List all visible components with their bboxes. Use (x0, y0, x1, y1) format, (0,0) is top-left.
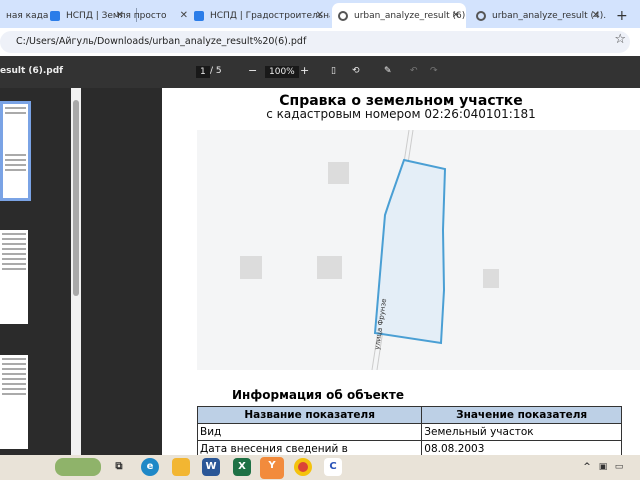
page-number-input[interactable]: 1 (196, 66, 210, 78)
zoom-in-button[interactable]: + (300, 64, 309, 77)
app-c-icon[interactable]: C (324, 458, 342, 476)
column-header: Название показателя (196, 406, 423, 424)
table-row: Вид Земельный участок (196, 423, 622, 441)
section-heading: Информация об объекте (232, 388, 404, 402)
pdf-toolbar: esult (6).pdf 1 / 5 − 100% + ▯ ⟲ ✎ ↶ ↷ (0, 56, 640, 88)
thumbnail-sidebar (0, 88, 82, 455)
building (483, 269, 499, 288)
pdf-filename: esult (6).pdf (0, 66, 64, 76)
cell: Дата внесения сведений в (196, 440, 423, 455)
tab-label: НСПД | Градостроительная (210, 10, 330, 21)
excel-icon[interactable]: X (233, 458, 251, 476)
building (317, 256, 342, 279)
zoom-input[interactable]: 100% (265, 66, 299, 78)
thumbnail-page-1[interactable] (0, 101, 31, 201)
column-header: Значение показателя (421, 406, 622, 424)
tab-3[interactable]: НСПД | Градостроительная ✕ (188, 3, 330, 28)
edge-icon[interactable]: e (141, 458, 159, 476)
file-explorer-icon[interactable] (172, 458, 190, 476)
table-row: Дата внесения сведений в 08.08.2003 (196, 440, 622, 455)
tab-label: НСПД | Земля просто (66, 10, 167, 21)
annotate-icon[interactable]: ✎ (384, 66, 392, 76)
address-bar: C:/Users/Айгуль/Downloads/urban_analyze_… (0, 28, 640, 56)
cadastral-map: улица Фрунзе (197, 129, 640, 371)
redo-icon[interactable]: ↷ (430, 66, 438, 76)
building (240, 256, 262, 279)
close-icon[interactable]: ✕ (452, 10, 460, 21)
document-subtitle: с кадастровым номером 02:26:040101:181 (266, 107, 536, 121)
globe-icon (476, 10, 486, 21)
yandex-browser-icon[interactable]: Y (260, 457, 284, 479)
tab-label: urban_analyze_result (6).pdf (354, 10, 466, 21)
url-input[interactable]: C:/Users/Айгуль/Downloads/urban_analyze_… (0, 31, 630, 53)
info-table: Название показателя Значение показателя В… (196, 406, 622, 455)
tab-2[interactable]: НСПД | Земля просто ✕ (44, 3, 194, 28)
tab-4-active[interactable]: urban_analyze_result (6).pdf✕ (332, 3, 466, 28)
close-icon[interactable]: ✕ (316, 10, 324, 21)
tab-label: ная када (6, 10, 49, 21)
page-total: / 5 (210, 66, 222, 76)
nspd-icon (194, 10, 204, 21)
undo-icon[interactable]: ↶ (410, 66, 418, 76)
globe-icon (338, 10, 348, 21)
word-icon[interactable]: W (202, 458, 220, 476)
chrome-icon[interactable] (294, 458, 312, 476)
pdf-viewport: Справка о земельном участке с кадастровы… (82, 88, 640, 455)
cell: Земельный участок (421, 423, 622, 441)
scrollbar-thumb[interactable] (73, 100, 79, 296)
task-view-icon[interactable]: ⧉ (110, 458, 128, 476)
taskbar: ⧉ e W X Y C ^ ▣ ▭ (0, 455, 640, 480)
tab-5[interactable]: urban_analyze_result (4).pdf✕ (470, 3, 606, 28)
nspd-icon (50, 10, 60, 21)
zoom-out-button[interactable]: − (248, 64, 257, 77)
pdf-page: Справка о земельном участке с кадастровы… (162, 88, 640, 455)
close-icon[interactable]: ✕ (180, 10, 188, 21)
tab-bar: ная када ✕ НСПД | Земля просто ✕ НСПД | Гр… (0, 0, 640, 28)
thumbnail-page-2[interactable] (0, 230, 28, 324)
widgets-icon[interactable] (55, 458, 101, 476)
network-icon[interactable]: ▭ (610, 458, 628, 476)
cell: Вид (196, 423, 423, 441)
close-icon[interactable]: ✕ (592, 10, 600, 21)
building (328, 162, 349, 184)
new-tab-button[interactable]: + (610, 3, 634, 28)
bookmark-star-icon[interactable]: ☆ (614, 32, 626, 47)
cell: 08.08.2003 (421, 440, 622, 455)
thumbnail-page-3[interactable] (0, 355, 28, 449)
fit-page-icon[interactable]: ▯ (331, 66, 336, 76)
rotate-icon[interactable]: ⟲ (352, 66, 360, 76)
tab-label: urban_analyze_result (4).pdf (492, 10, 606, 21)
